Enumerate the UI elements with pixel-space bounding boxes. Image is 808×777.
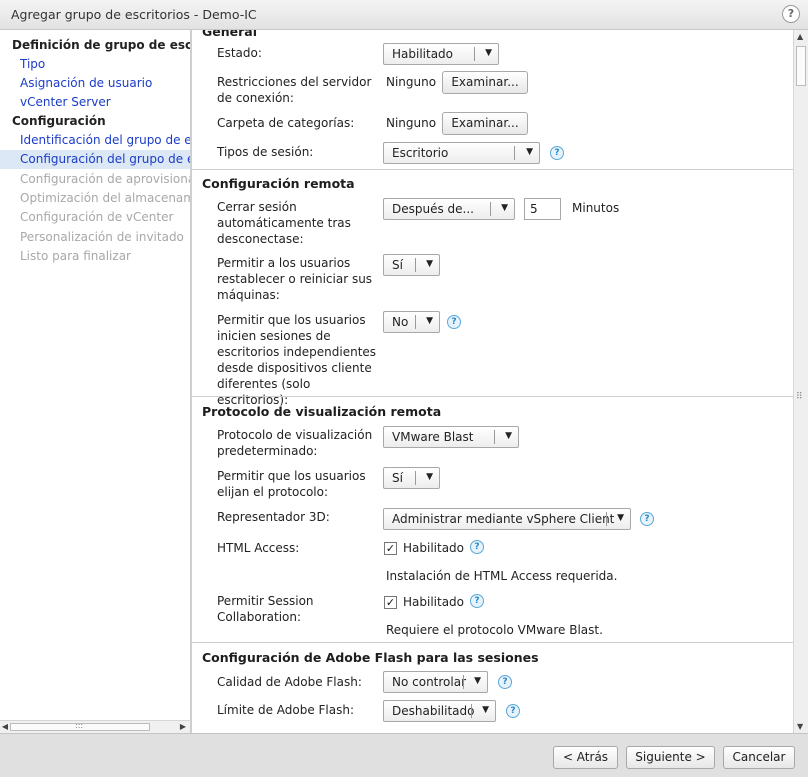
section-divider xyxy=(192,396,793,397)
scroll-thumb[interactable] xyxy=(796,46,806,86)
nav-horizontal-scrollbar[interactable]: ◀ ::: ▶ xyxy=(0,720,190,733)
html-access-label: HTML Access: xyxy=(217,541,300,555)
session-collab-note: Requiere el protocolo VMware Blast. xyxy=(386,623,603,637)
window-title: Agregar grupo de escritorios - Demo-IC xyxy=(11,7,257,22)
chevron-down-icon: ▼ xyxy=(617,513,624,523)
carpeta-label: Carpeta de categorías: xyxy=(217,116,355,130)
elijan-protocolo-label: Permitir que los usuarios elijan el prot… xyxy=(217,469,366,499)
chevron-down-icon: ▼ xyxy=(426,316,433,326)
nav-item-listo: Listo para finalizar xyxy=(20,249,131,263)
session-collab-label: Permitir Session Collaboration: xyxy=(217,594,314,624)
section-divider xyxy=(192,169,793,170)
chevron-down-icon: ▼ xyxy=(526,147,533,157)
window-titlebar: Agregar grupo de escritorios - Demo-IC ? xyxy=(0,0,808,30)
section-divider xyxy=(192,642,793,643)
nav-item-almacenamiento: Optimización del almacenamiento xyxy=(20,191,190,205)
chevron-down-icon: ▼ xyxy=(482,705,489,715)
minutes-unit: Minutos xyxy=(572,201,620,215)
flash-limite-label: Límite de Adobe Flash: xyxy=(217,703,355,717)
nav-item-personalizacion: Personalización de invitado xyxy=(20,230,184,244)
tipos-sesion-select[interactable]: Escritorio ▼ xyxy=(383,142,540,164)
nav-item-config-vcenter: Configuración de vCenter xyxy=(20,210,174,224)
carpeta-value: Ninguno xyxy=(386,116,437,130)
sesiones-help-icon[interactable]: ? xyxy=(447,315,461,329)
permitir-reiniciar-select[interactable]: Sí ▼ xyxy=(383,254,440,276)
html-access-note: Instalación de HTML Access requerida. xyxy=(386,569,618,583)
html-access-checkbox[interactable]: ✓ xyxy=(384,542,397,555)
flash-calidad-help-icon[interactable]: ? xyxy=(498,675,512,689)
question-icon[interactable]: ? xyxy=(782,5,800,23)
nav-item-tipo[interactable]: Tipo xyxy=(0,55,190,74)
scroll-right-icon[interactable]: ▶ xyxy=(178,722,188,732)
cancel-button[interactable]: Cancelar xyxy=(723,746,795,769)
resize-grip-icon: ⠿ xyxy=(796,392,803,402)
cerrar-sesion-label: Cerrar sesión automáticamente tras desco… xyxy=(217,200,351,246)
chevron-down-icon: ▼ xyxy=(501,203,508,213)
carpeta-examinar-button[interactable]: Examinar... xyxy=(442,112,528,135)
nav-item-identificacion[interactable]: Identificación del grupo de escritorios xyxy=(0,131,190,150)
render3d-help-icon[interactable]: ? xyxy=(640,512,654,526)
sesiones-independientes-label: Permitir que los usuarios inicien sesion… xyxy=(217,313,377,407)
settings-panel: General Estado: Habilitado ▼ Restriccion… xyxy=(192,30,793,733)
back-button[interactable]: < Atrás xyxy=(553,746,618,769)
section-flash-header: Configuración de Adobe Flash para las se… xyxy=(202,650,539,665)
flash-limite-help-icon[interactable]: ? xyxy=(506,704,520,718)
protocolo-select[interactable]: VMware Blast ▼ xyxy=(383,426,519,448)
chevron-down-icon: ▼ xyxy=(505,431,512,441)
permitir-reiniciar-label: Permitir a los usuarios restablecer o re… xyxy=(217,256,373,302)
scroll-down-icon[interactable]: ▼ xyxy=(797,722,803,731)
next-button[interactable]: Siguiente > xyxy=(626,746,715,769)
chevron-down-icon: ▼ xyxy=(426,472,433,482)
render3d-label: Representador 3D: xyxy=(217,510,330,524)
flash-calidad-label: Calidad de Adobe Flash: xyxy=(217,675,362,689)
nav-item-vcenter-server[interactable]: vCenter Server xyxy=(0,93,190,112)
minutes-input[interactable]: 5 xyxy=(524,198,561,220)
section-general-header: General xyxy=(202,30,257,39)
restricciones-examinar-button[interactable]: Examinar... xyxy=(442,71,528,94)
nav-item-aprovisionamiento: Configuración de aprovisionamiento xyxy=(20,172,190,186)
estado-label: Estado: xyxy=(217,46,262,60)
session-collab-help-icon[interactable]: ? xyxy=(470,594,484,608)
chevron-down-icon: ▼ xyxy=(474,676,481,686)
html-access-help-icon[interactable]: ? xyxy=(470,540,484,554)
nav-item-asignacion[interactable]: Asignación de usuario xyxy=(0,74,190,93)
section-remote-header: Configuración remota xyxy=(202,176,355,191)
restricciones-label: Restricciones del servidor de conexión: xyxy=(217,75,372,105)
sesiones-independientes-select[interactable]: No ▼ xyxy=(383,311,440,333)
scroll-left-icon[interactable]: ◀ xyxy=(0,722,10,732)
section-display-header: Protocolo de visualización remota xyxy=(202,404,442,419)
nav-item-configuracion-grupo[interactable]: Configuración del grupo de escritorios xyxy=(0,150,190,169)
wizard-footer: < Atrás Siguiente > Cancelar xyxy=(0,733,808,777)
scroll-up-icon[interactable]: ▲ xyxy=(797,32,803,41)
chevron-down-icon: ▼ xyxy=(485,48,492,58)
flash-calidad-select[interactable]: No controlar ▼ xyxy=(383,671,488,693)
chevron-down-icon: ▼ xyxy=(426,259,433,269)
wizard-nav: Definición de grupo de escritorios Tipo … xyxy=(0,30,190,732)
render3d-select[interactable]: Administrar mediante vSphere Client ▼ xyxy=(383,508,631,530)
tipos-sesion-label: Tipos de sesión: xyxy=(217,145,314,159)
cerrar-sesion-select[interactable]: Después de... ▼ xyxy=(383,198,515,220)
elijan-protocolo-select[interactable]: Sí ▼ xyxy=(383,467,440,489)
restricciones-value: Ninguno xyxy=(386,75,437,89)
tipos-sesion-help-icon[interactable]: ? xyxy=(550,146,564,160)
html-access-check-label: Habilitado xyxy=(403,541,465,555)
session-collab-check-label: Habilitado xyxy=(403,595,465,609)
session-collab-checkbox[interactable]: ✓ xyxy=(384,596,397,609)
estado-select[interactable]: Habilitado ▼ xyxy=(383,43,499,65)
scroll-thumb[interactable]: ::: xyxy=(10,721,150,731)
nav-section-definition: Definición de grupo de escritorios xyxy=(12,38,190,52)
flash-limite-select[interactable]: Deshabilitado ▼ xyxy=(383,700,496,722)
protocolo-label: Protocolo de visualización predeterminad… xyxy=(217,428,373,458)
settings-vertical-scrollbar[interactable]: ▲ ⠿ ▼ xyxy=(793,30,808,733)
nav-section-configuracion: Configuración xyxy=(12,114,106,128)
